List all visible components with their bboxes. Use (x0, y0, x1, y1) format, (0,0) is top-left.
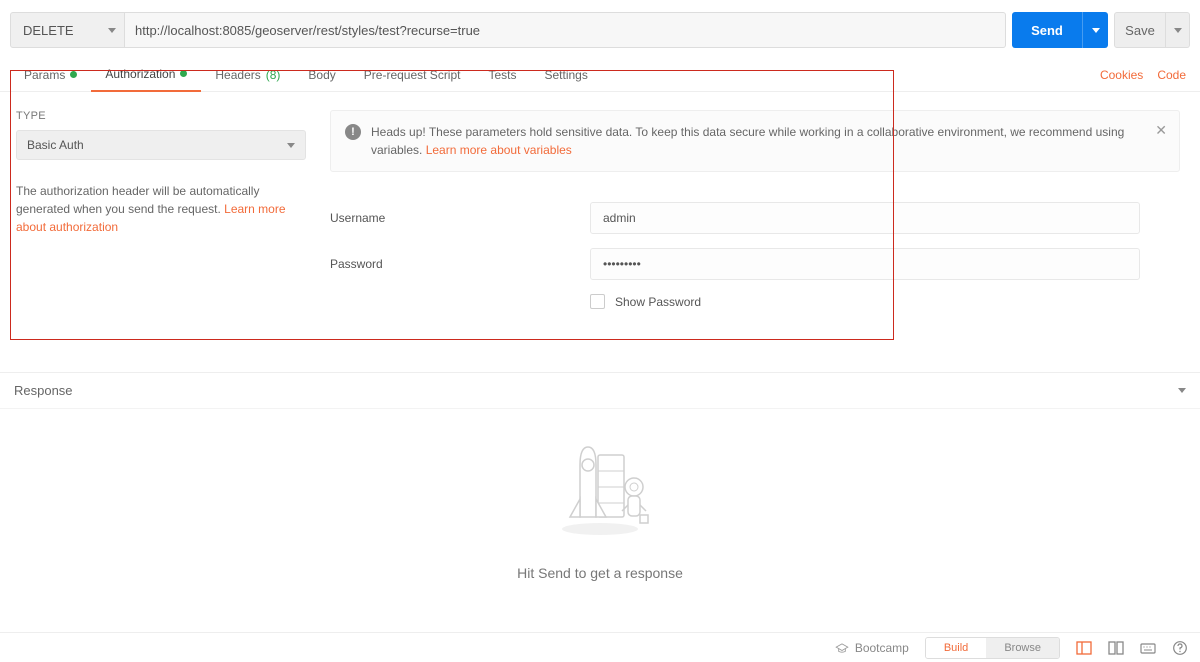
keyboard-shortcuts-icon[interactable] (1140, 640, 1156, 656)
auth-help-text: The authorization header will be automat… (16, 182, 316, 236)
response-body: Hit Send to get a response (0, 409, 1200, 609)
show-password-checkbox[interactable] (590, 294, 605, 309)
request-url-input[interactable] (125, 12, 1006, 48)
close-icon[interactable]: ✕ (1155, 123, 1167, 137)
show-password-label: Show Password (615, 295, 701, 309)
status-dot-icon (180, 70, 187, 77)
auth-type-value: Basic Auth (27, 138, 84, 152)
tab-body[interactable]: Body (294, 58, 349, 92)
password-label: Password (330, 257, 590, 271)
tab-authorization[interactable]: Authorization (91, 58, 201, 92)
tab-params[interactable]: Params (10, 58, 91, 92)
status-dot-icon (70, 71, 77, 78)
info-icon: ! (345, 124, 361, 140)
two-pane-icon[interactable] (1108, 640, 1124, 656)
tab-settings[interactable]: Settings (531, 58, 602, 92)
caret-down-icon (1092, 28, 1100, 33)
response-title: Response (14, 383, 73, 398)
username-label: Username (330, 211, 590, 225)
response-empty-message: Hit Send to get a response (517, 565, 683, 581)
tab-tests[interactable]: Tests (474, 58, 530, 92)
http-method-value: DELETE (23, 23, 74, 38)
tab-headers[interactable]: Headers (8) (201, 58, 294, 92)
caret-down-icon (287, 143, 295, 148)
status-bar: Bootcamp Build Browse (0, 632, 1200, 662)
auth-type-label: TYPE (16, 110, 316, 122)
send-button[interactable]: Send (1012, 12, 1082, 48)
tab-prerequest[interactable]: Pre-request Script (350, 58, 475, 92)
http-method-select[interactable]: DELETE (10, 12, 125, 48)
caret-down-icon (1178, 388, 1186, 393)
request-tabs: Params Authorization Headers (8) Body Pr… (0, 58, 1200, 92)
graduation-cap-icon (835, 643, 849, 653)
code-link[interactable]: Code (1157, 68, 1186, 82)
bootcamp-link[interactable]: Bootcamp (835, 641, 909, 655)
caret-down-icon (108, 28, 116, 33)
caret-down-icon (1174, 28, 1182, 33)
single-pane-icon[interactable] (1076, 640, 1092, 656)
rocket-illustration-icon (540, 437, 660, 537)
save-button[interactable]: Save (1114, 12, 1166, 48)
build-browse-toggle: Build Browse (925, 637, 1060, 659)
save-dropdown-button[interactable] (1166, 12, 1190, 48)
auth-type-select[interactable]: Basic Auth (16, 130, 306, 160)
cookies-link[interactable]: Cookies (1100, 68, 1143, 82)
response-header[interactable]: Response (0, 372, 1200, 409)
password-input[interactable] (590, 248, 1140, 280)
sensitive-data-alert: ! Heads up! These parameters hold sensit… (330, 110, 1180, 172)
send-dropdown-button[interactable] (1082, 12, 1108, 48)
build-tab[interactable]: Build (926, 638, 986, 658)
help-icon[interactable] (1172, 640, 1188, 656)
learn-more-variables-link[interactable]: Learn more about variables (426, 143, 572, 157)
username-input[interactable] (590, 202, 1140, 234)
browse-tab[interactable]: Browse (986, 638, 1059, 658)
